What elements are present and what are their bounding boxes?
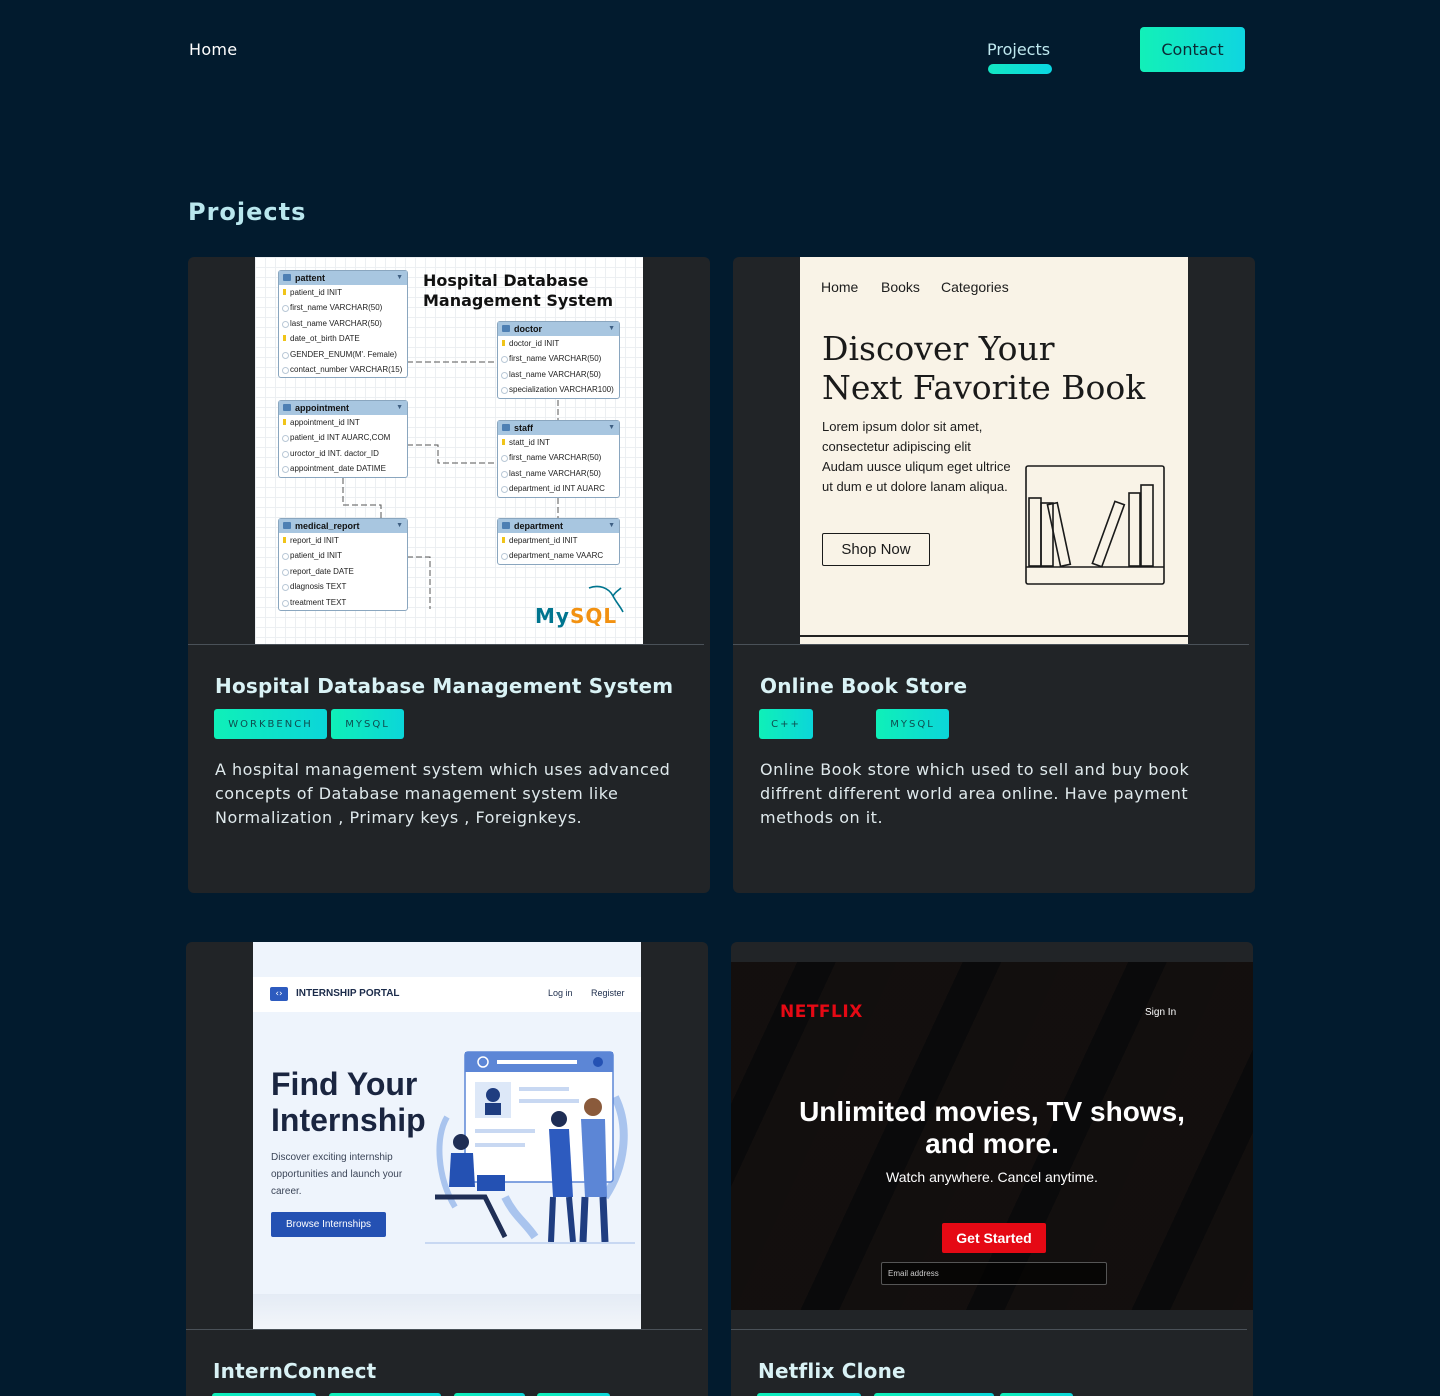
preview-headline: Unlimited movies, TV shows, and more. xyxy=(799,1096,1185,1159)
netflix-logo: NETFLIX xyxy=(780,1002,863,1022)
er-table-staff: staff statt_id INT first_name VARCHAR(50… xyxy=(497,420,620,498)
preview-register: Register xyxy=(591,988,625,998)
project-title: Netflix Clone xyxy=(758,1359,906,1383)
preview-navbar: ‹› INTERNSHIP PORTAL Log in Register xyxy=(253,977,641,1012)
project-card-internconnect[interactable]: ‹› INTERNSHIP PORTAL Log in Register Fin… xyxy=(186,942,708,1396)
code-icon: ‹› xyxy=(270,987,288,1001)
project-thumbnail: Home Books Categories Discover Your Next… xyxy=(800,257,1188,644)
tag-mysql: MYSQL xyxy=(876,709,949,739)
preview-sign-in: Sign In xyxy=(1145,1007,1177,1018)
project-description: Online Book store which used to sell and… xyxy=(760,760,1190,827)
preview-headline: Discover Your Next Favorite Book xyxy=(822,329,1146,407)
nav-active-indicator xyxy=(988,64,1052,74)
project-card-bookstore[interactable]: Home Books Categories Discover Your Next… xyxy=(733,257,1255,893)
card-divider xyxy=(186,1329,702,1330)
preview-divider xyxy=(800,635,1188,637)
preview-brand: INTERNSHIP PORTAL xyxy=(296,988,400,999)
card-divider xyxy=(188,644,704,645)
er-table-appointment: appointment appointment_id INT patient_i… xyxy=(278,400,408,478)
contact-button[interactable]: Contact xyxy=(1140,27,1245,72)
preview-login: Log in xyxy=(548,988,573,998)
project-thumbnail: Hospital Database Management System patt… xyxy=(255,257,643,644)
tag-mysql: MYSQL xyxy=(331,709,404,739)
nav-home-link[interactable]: Home xyxy=(189,40,237,59)
preview-subtitle: Discover exciting internship opportuniti… xyxy=(271,1152,403,1197)
project-title: Hospital Database Management System xyxy=(215,674,674,698)
nav-projects-link[interactable]: Projects xyxy=(987,40,1050,59)
er-table-medical-report: medical_report report_id INIT patient_id… xyxy=(278,518,408,611)
project-title: Online Book Store xyxy=(760,674,968,698)
project-card-hospital[interactable]: Hospital Database Management System patt… xyxy=(188,257,710,893)
project-title: InternConnect xyxy=(213,1359,377,1383)
card-divider xyxy=(733,644,1249,645)
er-table-patient: pattent patient_id INIT first_name VARCH… xyxy=(278,270,408,379)
tag-workbench: WORKBENCH xyxy=(214,709,327,739)
preview-nav-categories: Categories xyxy=(941,279,1009,295)
preview-subtitle: Watch anywhere. Cancel anytime. xyxy=(886,1169,1098,1185)
preview-nav-home: Home xyxy=(821,279,859,295)
internship-illustration xyxy=(425,1051,635,1244)
er-table-doctor: doctor doctor_id INIT first_name VARCHAR… xyxy=(497,321,620,399)
bookshelf-icon xyxy=(1025,465,1165,585)
dolphin-icon xyxy=(588,585,624,613)
preview-nav-books: Books xyxy=(881,279,920,295)
tag-cpp: C++ xyxy=(759,709,813,739)
project-card-netflix[interactable]: NETFLIX Sign In Unlimited movies, TV sho… xyxy=(731,942,1253,1396)
preview-headline: Find Your Internship xyxy=(271,1066,426,1138)
project-thumbnail: ‹› INTERNSHIP PORTAL Log in Register Fin… xyxy=(253,942,641,1330)
card-divider xyxy=(731,1329,1247,1330)
preview-footer-shade xyxy=(253,1294,641,1330)
er-table-department: department department_id INIT department… xyxy=(497,518,620,565)
preview-shop-now-button: Shop Now xyxy=(822,533,930,566)
project-thumbnail: NETFLIX Sign In Unlimited movies, TV sho… xyxy=(731,962,1253,1310)
preview-email-field xyxy=(881,1262,1107,1285)
section-title: Projects xyxy=(188,198,307,226)
preview-body: Lorem ipsum dolor sit amet, consectetur … xyxy=(822,419,1011,494)
project-description: A hospital management system which uses … xyxy=(215,760,671,827)
preview-get-started-button: Get Started xyxy=(942,1223,1046,1253)
preview-browse-button: Browse Internships xyxy=(271,1212,386,1237)
